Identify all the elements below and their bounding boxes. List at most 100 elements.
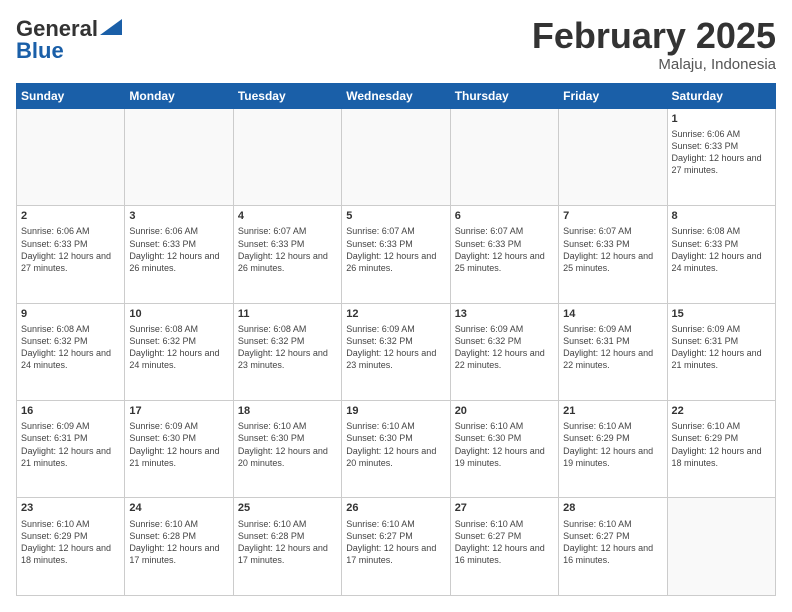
day-info: Sunrise: 6:10 AM Sunset: 6:29 PM Dayligh… xyxy=(563,420,662,469)
day-number: 11 xyxy=(238,307,337,321)
logo-blue: Blue xyxy=(16,38,64,64)
day-info: Sunrise: 6:10 AM Sunset: 6:27 PM Dayligh… xyxy=(346,518,445,567)
calendar-table: Sunday Monday Tuesday Wednesday Thursday… xyxy=(16,83,776,596)
day-info: Sunrise: 6:10 AM Sunset: 6:28 PM Dayligh… xyxy=(129,518,228,567)
day-info: Sunrise: 6:09 AM Sunset: 6:32 PM Dayligh… xyxy=(455,323,554,372)
day-number: 28 xyxy=(563,501,662,515)
logo: General Blue xyxy=(16,16,122,64)
day-number: 7 xyxy=(563,209,662,223)
day-info: Sunrise: 6:08 AM Sunset: 6:32 PM Dayligh… xyxy=(238,323,337,372)
calendar-cell: 14 Sunrise: 6:09 AM Sunset: 6:31 PM Dayli… xyxy=(559,303,667,400)
calendar-cell: 20 Sunrise: 6:10 AM Sunset: 6:30 PM Dayli… xyxy=(450,401,558,498)
day-number: 26 xyxy=(346,501,445,515)
logo-icon xyxy=(100,19,122,35)
col-monday: Monday xyxy=(125,83,233,108)
day-info: Sunrise: 6:10 AM Sunset: 6:30 PM Dayligh… xyxy=(238,420,337,469)
day-number: 4 xyxy=(238,209,337,223)
day-info: Sunrise: 6:09 AM Sunset: 6:31 PM Dayligh… xyxy=(21,420,120,469)
calendar-cell xyxy=(17,108,125,205)
day-info: Sunrise: 6:07 AM Sunset: 6:33 PM Dayligh… xyxy=(563,225,662,274)
title-area: February 2025 Malaju, Indonesia xyxy=(532,16,776,73)
calendar-cell: 24 Sunrise: 6:10 AM Sunset: 6:28 PM Dayli… xyxy=(125,498,233,596)
day-info: Sunrise: 6:09 AM Sunset: 6:31 PM Dayligh… xyxy=(563,323,662,372)
calendar-cell: 8Sunrise: 6:08 AM Sunset: 6:33 PM Daylig… xyxy=(667,206,775,303)
day-info: Sunrise: 6:10 AM Sunset: 6:27 PM Dayligh… xyxy=(455,518,554,567)
day-number: 25 xyxy=(238,501,337,515)
day-info: Sunrise: 6:08 AM Sunset: 6:32 PM Dayligh… xyxy=(21,323,120,372)
page: General Blue February 2025 Malaju, Indon… xyxy=(0,0,792,612)
day-number: 8 xyxy=(672,209,771,223)
calendar-cell: 21Sunrise: 6:10 AM Sunset: 6:29 PM Dayli… xyxy=(559,401,667,498)
calendar-cell xyxy=(559,108,667,205)
day-info: Sunrise: 6:10 AM Sunset: 6:28 PM Dayligh… xyxy=(238,518,337,567)
day-number: 14 xyxy=(563,307,662,321)
calendar-cell: 23 Sunrise: 6:10 AM Sunset: 6:29 PM Dayli… xyxy=(17,498,125,596)
col-saturday: Saturday xyxy=(667,83,775,108)
calendar-cell: 11 Sunrise: 6:08 AM Sunset: 6:32 PM Dayli… xyxy=(233,303,341,400)
day-number: 6 xyxy=(455,209,554,223)
day-info: Sunrise: 6:08 AM Sunset: 6:32 PM Dayligh… xyxy=(129,323,228,372)
day-number: 23 xyxy=(21,501,120,515)
day-number: 18 xyxy=(238,404,337,418)
day-info: Sunrise: 6:09 AM Sunset: 6:31 PM Dayligh… xyxy=(672,323,771,372)
calendar-cell xyxy=(125,108,233,205)
col-tuesday: Tuesday xyxy=(233,83,341,108)
day-number: 24 xyxy=(129,501,228,515)
day-info: Sunrise: 6:09 AM Sunset: 6:32 PM Dayligh… xyxy=(346,323,445,372)
day-info: Sunrise: 6:10 AM Sunset: 6:29 PM Dayligh… xyxy=(21,518,120,567)
calendar-cell: 27 Sunrise: 6:10 AM Sunset: 6:27 PM Dayli… xyxy=(450,498,558,596)
calendar-cell: 16 Sunrise: 6:09 AM Sunset: 6:31 PM Dayli… xyxy=(17,401,125,498)
day-info: Sunrise: 6:07 AM Sunset: 6:33 PM Dayligh… xyxy=(238,225,337,274)
day-info: Sunrise: 6:10 AM Sunset: 6:29 PM Dayligh… xyxy=(672,420,771,469)
calendar-week-4: 23 Sunrise: 6:10 AM Sunset: 6:29 PM Dayli… xyxy=(17,498,776,596)
day-number: 15 xyxy=(672,307,771,321)
calendar-header-row: Sunday Monday Tuesday Wednesday Thursday… xyxy=(17,83,776,108)
day-number: 5 xyxy=(346,209,445,223)
calendar-cell: 19 Sunrise: 6:10 AM Sunset: 6:30 PM Dayli… xyxy=(342,401,450,498)
calendar-cell: 13Sunrise: 6:09 AM Sunset: 6:32 PM Dayli… xyxy=(450,303,558,400)
calendar-cell: 7 Sunrise: 6:07 AM Sunset: 6:33 PM Daylig… xyxy=(559,206,667,303)
day-number: 22 xyxy=(672,404,771,418)
calendar-cell: 18 Sunrise: 6:10 AM Sunset: 6:30 PM Dayli… xyxy=(233,401,341,498)
col-thursday: Thursday xyxy=(450,83,558,108)
col-sunday: Sunday xyxy=(17,83,125,108)
calendar-cell: 12 Sunrise: 6:09 AM Sunset: 6:32 PM Dayli… xyxy=(342,303,450,400)
calendar-cell: 3Sunrise: 6:06 AM Sunset: 6:33 PM Daylig… xyxy=(125,206,233,303)
day-info: Sunrise: 6:09 AM Sunset: 6:30 PM Dayligh… xyxy=(129,420,228,469)
col-friday: Friday xyxy=(559,83,667,108)
calendar-cell: 28Sunrise: 6:10 AM Sunset: 6:27 PM Dayli… xyxy=(559,498,667,596)
day-info: Sunrise: 6:10 AM Sunset: 6:30 PM Dayligh… xyxy=(346,420,445,469)
day-number: 9 xyxy=(21,307,120,321)
calendar-cell: 10 Sunrise: 6:08 AM Sunset: 6:32 PM Dayli… xyxy=(125,303,233,400)
day-number: 1 xyxy=(672,112,771,126)
day-number: 12 xyxy=(346,307,445,321)
day-number: 10 xyxy=(129,307,228,321)
calendar-week-2: 9 Sunrise: 6:08 AM Sunset: 6:32 PM Daylig… xyxy=(17,303,776,400)
calendar-cell: 2 Sunrise: 6:06 AM Sunset: 6:33 PM Daylig… xyxy=(17,206,125,303)
calendar-cell xyxy=(233,108,341,205)
col-wednesday: Wednesday xyxy=(342,83,450,108)
day-info: Sunrise: 6:06 AM Sunset: 6:33 PM Dayligh… xyxy=(129,225,228,274)
calendar-cell xyxy=(667,498,775,596)
calendar-cell: 6 Sunrise: 6:07 AM Sunset: 6:33 PM Daylig… xyxy=(450,206,558,303)
day-info: Sunrise: 6:06 AM Sunset: 6:33 PM Dayligh… xyxy=(672,128,771,177)
header: General Blue February 2025 Malaju, Indon… xyxy=(16,16,776,73)
day-info: Sunrise: 6:07 AM Sunset: 6:33 PM Dayligh… xyxy=(455,225,554,274)
calendar-week-3: 16 Sunrise: 6:09 AM Sunset: 6:31 PM Dayli… xyxy=(17,401,776,498)
calendar-cell: 5 Sunrise: 6:07 AM Sunset: 6:33 PM Daylig… xyxy=(342,206,450,303)
calendar-cell: 4 Sunrise: 6:07 AM Sunset: 6:33 PM Daylig… xyxy=(233,206,341,303)
calendar-cell: 15 Sunrise: 6:09 AM Sunset: 6:31 PM Dayli… xyxy=(667,303,775,400)
day-info: Sunrise: 6:06 AM Sunset: 6:33 PM Dayligh… xyxy=(21,225,120,274)
day-number: 27 xyxy=(455,501,554,515)
day-number: 20 xyxy=(455,404,554,418)
calendar-cell xyxy=(450,108,558,205)
day-number: 2 xyxy=(21,209,120,223)
calendar-cell: 1 Sunrise: 6:06 AM Sunset: 6:33 PM Daylig… xyxy=(667,108,775,205)
day-number: 16 xyxy=(21,404,120,418)
day-number: 17 xyxy=(129,404,228,418)
calendar-cell: 17 Sunrise: 6:09 AM Sunset: 6:30 PM Dayli… xyxy=(125,401,233,498)
day-info: Sunrise: 6:07 AM Sunset: 6:33 PM Dayligh… xyxy=(346,225,445,274)
day-info: Sunrise: 6:10 AM Sunset: 6:30 PM Dayligh… xyxy=(455,420,554,469)
day-number: 19 xyxy=(346,404,445,418)
calendar-body: 1 Sunrise: 6:06 AM Sunset: 6:33 PM Daylig… xyxy=(17,108,776,595)
